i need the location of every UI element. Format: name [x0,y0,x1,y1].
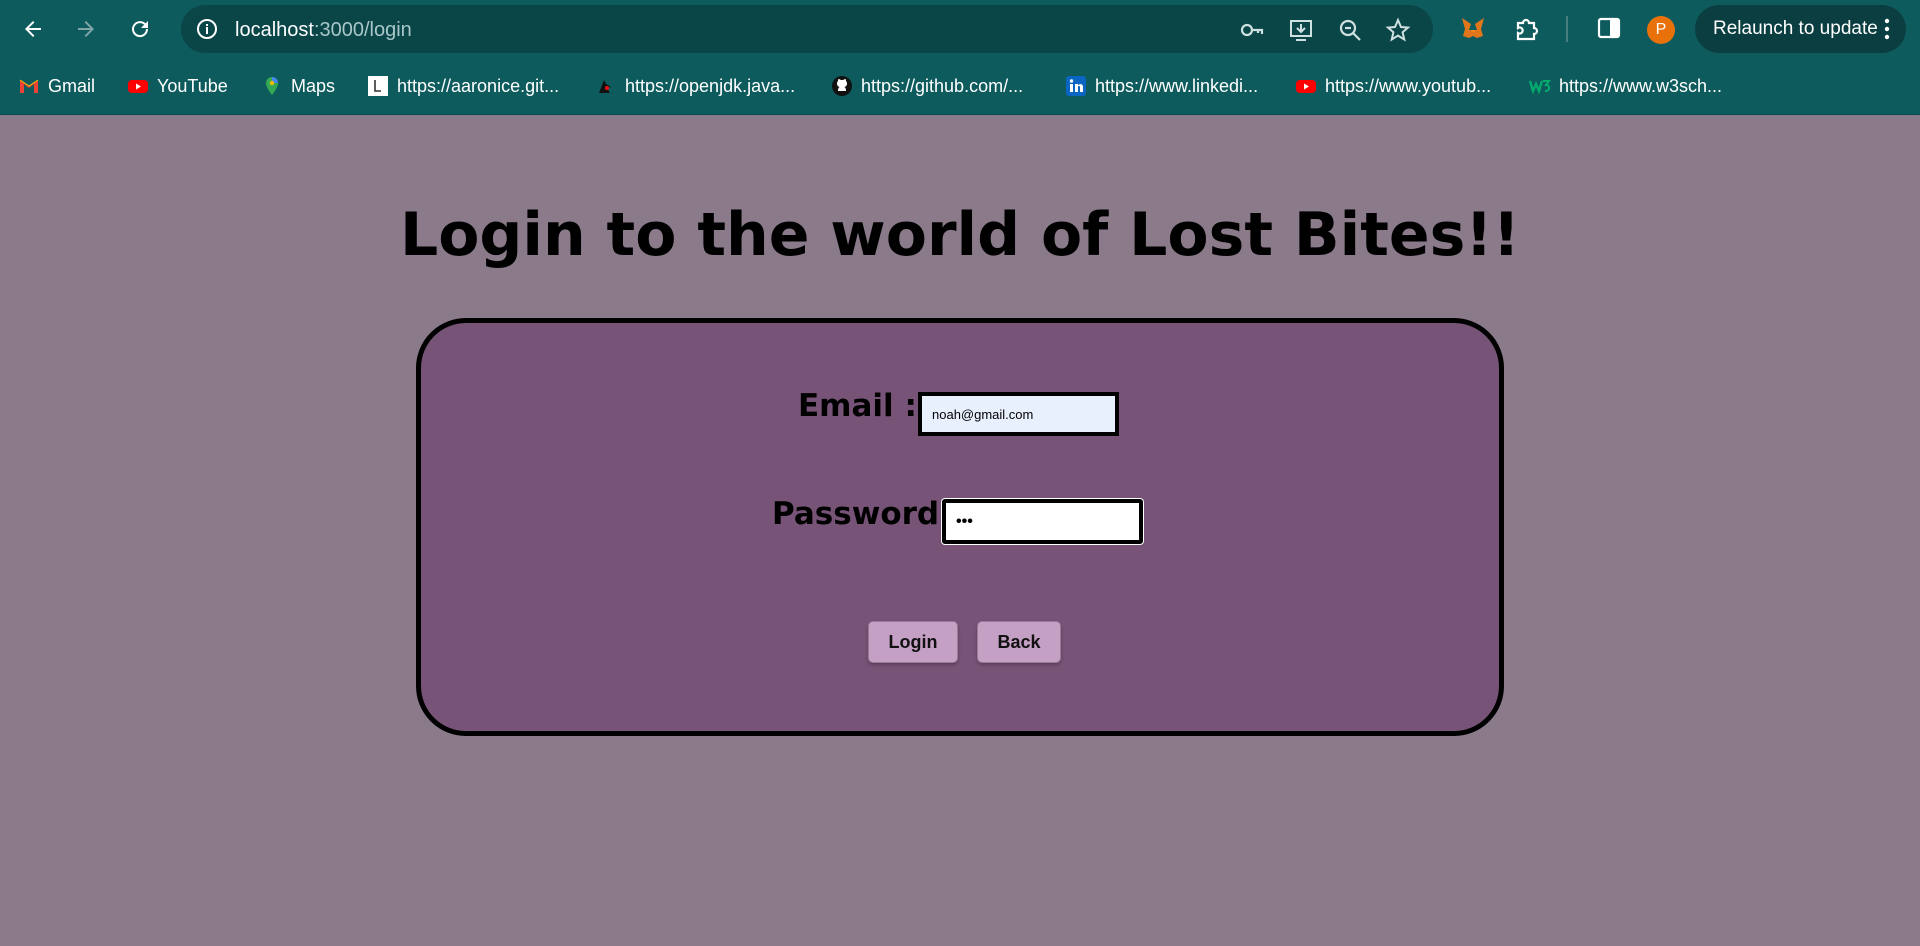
bookmark-label: https://www.w3sch... [1559,75,1723,96]
bookmark-maps[interactable]: Maps [261,72,335,100]
bookmark-w3schools[interactable]: https://www.w3sch... [1529,72,1722,100]
password-field[interactable]: ••• [942,499,1143,544]
browser-toolbar: localhost:3000/login P Relaunch to updat… [0,0,1920,58]
youtube-icon [127,75,149,97]
w3schools-icon [1529,75,1551,97]
address-bar[interactable]: localhost:3000/login [181,5,1433,53]
youtube-icon [1295,75,1317,97]
login-card: Email : noah@gmail.com Password : ••• Lo… [416,318,1504,736]
back-icon[interactable] [13,9,53,49]
email-label: Email : [798,388,917,424]
page-title: Login to the world of Lost Bites!! [399,200,1521,270]
bookmark-label: https://aaronice.git... [397,75,560,96]
install-app-icon[interactable] [1288,17,1314,43]
bookmark-gmail[interactable]: Gmail [18,72,95,100]
side-panel-icon[interactable] [1595,14,1623,42]
relaunch-label: Relaunch to update [1713,18,1878,39]
bookmarks-bar: Gmail YouTube Maps https://aaronice.git.… [0,58,1920,115]
more-menu-icon[interactable] [1884,17,1890,41]
toolbar-divider [1566,16,1568,42]
back-button[interactable]: Back [977,621,1061,663]
bookmark-label: Maps [291,75,336,96]
gmail-icon [18,75,40,97]
bookmark-star-icon[interactable] [1385,17,1411,43]
url-text[interactable]: localhost:3000/login [235,19,412,42]
login-button[interactable]: Login [868,621,958,663]
bookmark-youtube-2[interactable]: https://www.youtub... [1295,72,1491,100]
bookmark-youtube[interactable]: YouTube [127,72,228,100]
bookmark-openjdk[interactable]: https://openjdk.java... [595,72,795,100]
reload-icon[interactable] [120,9,160,49]
bookmark-label: https://github.com/... [861,75,1024,96]
password-key-icon[interactable] [1239,17,1265,43]
metamask-icon[interactable] [1459,14,1487,42]
duke-icon [595,75,617,97]
bookmark-label: https://openjdk.java... [625,75,796,96]
bookmark-label: https://www.youtub... [1325,75,1492,96]
password-label: Password : [772,496,963,532]
linkedin-icon [1065,75,1087,97]
page-l-icon [367,75,389,97]
bookmark-aaronice[interactable]: https://aaronice.git... [367,72,559,100]
relaunch-button[interactable]: Relaunch to update [1695,5,1906,53]
email-field[interactable]: noah@gmail.com [918,392,1119,436]
profile-avatar[interactable]: P [1647,16,1675,44]
zoom-icon[interactable] [1337,17,1363,43]
extensions-puzzle-icon[interactable] [1513,14,1541,42]
bookmark-github[interactable]: https://github.com/... [831,72,1023,100]
github-icon [831,75,853,97]
bookmark-linkedin[interactable]: https://www.linkedi... [1065,72,1258,100]
bookmark-label: YouTube [157,75,228,96]
site-info-icon[interactable] [195,17,219,41]
maps-icon [261,75,283,97]
forward-icon[interactable] [66,9,106,49]
bookmark-label: https://www.linkedi... [1095,75,1259,96]
bookmark-label: Gmail [48,75,96,96]
